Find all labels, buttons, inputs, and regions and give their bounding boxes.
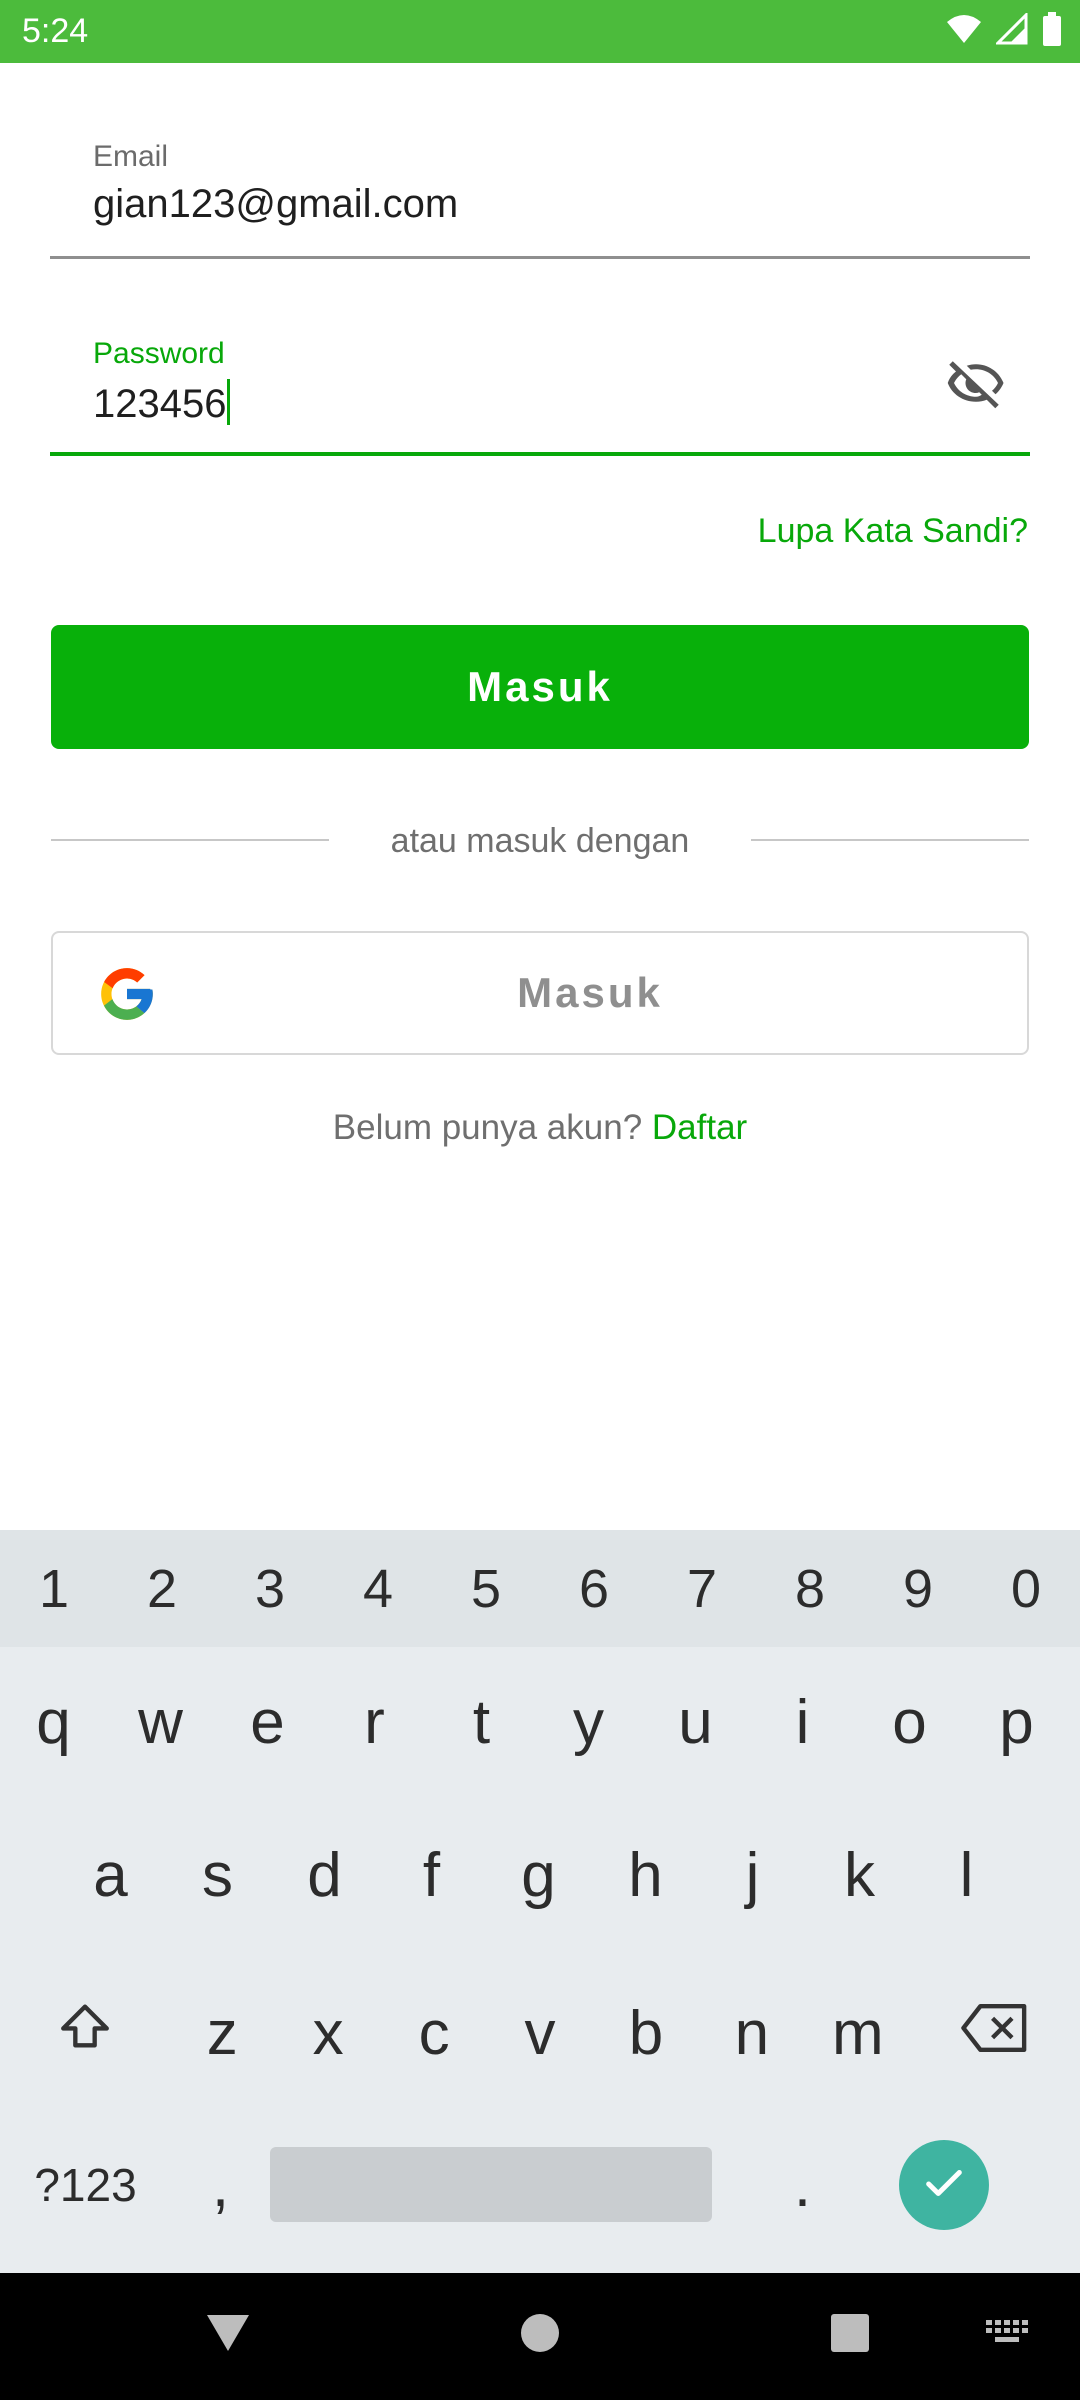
eye-off-icon — [946, 353, 1006, 418]
keyboard-icon — [984, 2318, 1032, 2353]
key-q[interactable]: q — [0, 1647, 107, 1797]
divider-text: atau masuk dengan — [390, 822, 690, 860]
divider-line-right — [751, 839, 1029, 841]
key-8[interactable]: 8 — [756, 1530, 864, 1647]
signup-link[interactable]: Daftar — [652, 1108, 747, 1147]
key-w[interactable]: w — [107, 1647, 214, 1797]
password-value[interactable]: 123456 — [93, 379, 231, 427]
key-m[interactable]: m — [805, 1958, 911, 2108]
key-z[interactable]: z — [169, 1958, 275, 2108]
wifi-icon — [946, 14, 982, 49]
password-underline — [50, 452, 1030, 456]
backspace-icon — [961, 1998, 1029, 2069]
key-2[interactable]: 2 — [108, 1530, 216, 1647]
keyboard-row-bottom: ?123 , . — [0, 2110, 1080, 2260]
key-4[interactable]: 4 — [324, 1530, 432, 1647]
key-o[interactable]: o — [856, 1647, 963, 1797]
navigation-bar — [0, 2273, 1080, 2400]
login-button[interactable]: Masuk — [51, 625, 1029, 749]
email-underline — [50, 256, 1030, 259]
back-button[interactable] — [198, 2305, 258, 2365]
key-p[interactable]: p — [963, 1647, 1070, 1797]
key-k[interactable]: k — [806, 1800, 913, 1950]
keyboard-switch-button[interactable] — [978, 2305, 1038, 2365]
status-icons — [946, 11, 1062, 51]
email-label: Email — [93, 140, 169, 173]
toggle-password-visibility-button[interactable] — [944, 353, 1008, 417]
key-0[interactable]: 0 — [972, 1530, 1080, 1647]
key-y[interactable]: y — [535, 1647, 642, 1797]
google-login-label: Masuk — [517, 969, 663, 1016]
key-a[interactable]: a — [57, 1800, 164, 1950]
key-r[interactable]: r — [321, 1647, 428, 1797]
key-s[interactable]: s — [164, 1800, 271, 1950]
home-circle-icon — [520, 2313, 560, 2358]
status-time: 5:24 — [22, 12, 89, 50]
signup-prompt: Belum punya akun? — [332, 1108, 643, 1147]
password-text: 123456 — [93, 382, 227, 426]
key-x[interactable]: x — [275, 1958, 381, 2108]
keyboard-number-row: 1 2 3 4 5 6 7 8 9 0 — [0, 1530, 1080, 1647]
key-i[interactable]: i — [749, 1647, 856, 1797]
check-icon — [921, 2150, 967, 2221]
key-n[interactable]: n — [699, 1958, 805, 2108]
key-9[interactable]: 9 — [864, 1530, 972, 1647]
back-triangle-icon — [205, 2313, 251, 2358]
done-key[interactable] — [899, 2140, 989, 2230]
key-b[interactable]: b — [593, 1958, 699, 2108]
symbols-key[interactable]: ?123 — [0, 2110, 171, 2260]
password-field[interactable]: Password 123456 — [50, 325, 1030, 460]
signup-row: Belum punya akun? Daftar — [0, 1108, 1080, 1148]
period-key[interactable]: . — [712, 2110, 893, 2260]
signal-icon — [994, 11, 1028, 50]
key-5[interactable]: 5 — [432, 1530, 540, 1647]
key-c[interactable]: c — [381, 1958, 487, 2108]
key-d[interactable]: d — [271, 1800, 378, 1950]
status-bar: 5:24 — [0, 0, 1080, 63]
key-t[interactable]: t — [428, 1647, 535, 1797]
space-key[interactable] — [270, 2147, 712, 2222]
shift-icon — [56, 1997, 114, 2070]
key-j[interactable]: j — [699, 1800, 806, 1950]
backspace-key[interactable] — [911, 1958, 1080, 2108]
recents-square-icon — [830, 2313, 870, 2358]
email-value[interactable]: gian123@gmail.com — [93, 182, 458, 227]
recents-button[interactable] — [820, 2305, 880, 2365]
soft-keyboard: 1 2 3 4 5 6 7 8 9 0 q w e r t y u i o p … — [0, 1530, 1080, 2273]
key-3[interactable]: 3 — [216, 1530, 324, 1647]
keyboard-row-1: q w e r t y u i o p — [0, 1647, 1080, 1797]
key-l[interactable]: l — [913, 1800, 1020, 1950]
google-icon — [96, 963, 158, 1025]
email-field[interactable]: Email gian123@gmail.com — [50, 130, 1030, 260]
key-1[interactable]: 1 — [0, 1530, 108, 1647]
key-v[interactable]: v — [487, 1958, 593, 2108]
password-label: Password — [93, 337, 225, 370]
key-6[interactable]: 6 — [540, 1530, 648, 1647]
key-h[interactable]: h — [592, 1800, 699, 1950]
shift-key[interactable] — [0, 1958, 169, 2108]
key-7[interactable]: 7 — [648, 1530, 756, 1647]
keyboard-row-3: z x c v b n m — [0, 1958, 1080, 2108]
text-cursor — [227, 379, 231, 425]
google-login-button[interactable]: Masuk — [51, 931, 1029, 1055]
or-divider: atau masuk dengan — [51, 818, 1029, 868]
comma-key[interactable]: , — [171, 2110, 270, 2260]
key-u[interactable]: u — [642, 1647, 749, 1797]
home-button[interactable] — [510, 2305, 570, 2365]
keyboard-row-2: a s d f g h j k l — [0, 1800, 1080, 1950]
battery-icon — [1042, 12, 1062, 51]
key-g[interactable]: g — [485, 1800, 592, 1950]
key-e[interactable]: e — [214, 1647, 321, 1797]
key-f[interactable]: f — [378, 1800, 485, 1950]
forgot-password-link[interactable]: Lupa Kata Sandi? — [758, 512, 1028, 551]
